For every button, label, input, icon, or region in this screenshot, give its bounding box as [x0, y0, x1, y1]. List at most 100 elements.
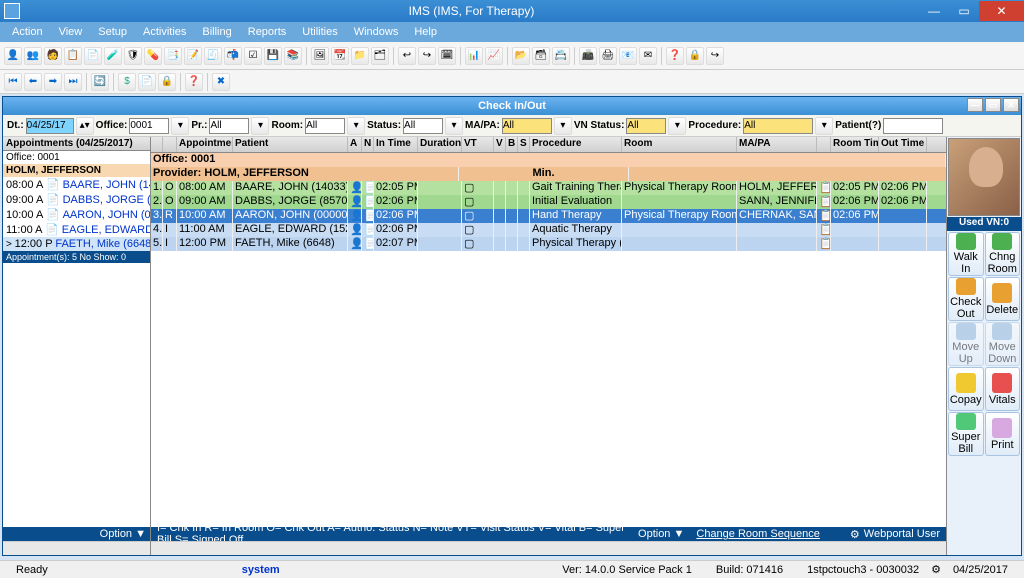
room-input[interactable] [305, 118, 345, 134]
action-delete[interactable]: Delete [985, 277, 1021, 321]
toolbar-icon-8[interactable]: 📑 [164, 47, 182, 65]
inner-maximize-button[interactable]: ▭ [985, 98, 1001, 112]
menu-help[interactable]: Help [406, 24, 445, 40]
col-header[interactable]: B [506, 137, 518, 152]
toolbar-icon-16[interactable]: 🖼 [311, 47, 329, 65]
nav-icon-7[interactable]: $ [118, 73, 136, 91]
toolbar-icon-3[interactable]: 📋 [64, 47, 82, 65]
status-dropdown-icon[interactable]: ▾ [445, 117, 463, 135]
appt-row[interactable]: > 12:00 P FAETH, Mike (6648) [3, 237, 150, 251]
col-header[interactable]: V [494, 137, 506, 152]
minimize-button[interactable]: — [919, 1, 949, 21]
mapa-dropdown-icon[interactable]: ▾ [554, 117, 572, 135]
col-header[interactable]: Procedure [530, 137, 622, 152]
menu-billing[interactable]: Billing [194, 24, 239, 40]
toolbar-icon-6[interactable]: 🛡 [124, 47, 142, 65]
toolbar-icon-12[interactable]: ☑ [244, 47, 262, 65]
procedure-dropdown-icon[interactable]: ▾ [815, 117, 833, 135]
table-row[interactable]: 4.I11:00 AMEAGLE, EDWARD (15264)👤📄02:06 … [151, 223, 946, 237]
toolbar-icon-23[interactable]: 🗓 [438, 47, 456, 65]
change-room-link[interactable]: Change Room Sequence [696, 528, 820, 540]
nav-icon-13[interactable]: ✖ [212, 73, 230, 91]
toolbar-icon-7[interactable]: 💊 [144, 47, 162, 65]
left-scrollbar[interactable] [3, 541, 150, 555]
office-dropdown-icon[interactable]: ▾ [171, 117, 189, 135]
toolbar-icon-17[interactable]: 📆 [331, 47, 349, 65]
nav-icon-9[interactable]: 🔒 [158, 73, 176, 91]
nav-icon-3[interactable]: ⏭ [64, 73, 82, 91]
toolbar-icon-37[interactable]: ❓ [666, 47, 684, 65]
toolbar-icon-25[interactable]: 📊 [465, 47, 483, 65]
toolbar-icon-13[interactable]: 💾 [264, 47, 282, 65]
col-header[interactable]: Duration [418, 137, 462, 152]
toolbar-icon-0[interactable]: 👤 [4, 47, 22, 65]
toolbar-icon-1[interactable]: 👥 [24, 47, 42, 65]
status-input[interactable] [403, 118, 443, 134]
date-stepper-icon[interactable]: ▴▾ [76, 117, 94, 135]
col-header[interactable]: Patient [233, 137, 348, 152]
menu-windows[interactable]: Windows [346, 24, 407, 40]
col-header[interactable]: In Time [374, 137, 418, 152]
toolbar-icon-4[interactable]: 📄 [84, 47, 102, 65]
toolbar-icon-14[interactable]: 📚 [284, 47, 302, 65]
inner-minimize-button[interactable]: — [967, 98, 983, 112]
col-header[interactable]: MA/PA [737, 137, 817, 152]
toolbar-icon-29[interactable]: 🗃 [532, 47, 550, 65]
action-vitals[interactable]: Vitals [985, 367, 1021, 411]
col-header[interactable]: Out Time [879, 137, 927, 152]
toolbar-icon-2[interactable]: 🧑 [44, 47, 62, 65]
toolbar-icon-32[interactable]: 📠 [579, 47, 597, 65]
table-row[interactable]: 1.O08:00 AMBAARE, JOHN (14033)👤📄02:05 PM… [151, 181, 946, 195]
action-copay[interactable]: Copay [948, 367, 984, 411]
action-print[interactable]: Print [985, 412, 1021, 456]
toolbar-icon-30[interactable]: 📇 [552, 47, 570, 65]
procedure-input[interactable] [743, 118, 813, 134]
col-header[interactable]: N [362, 137, 374, 152]
toolbar-icon-9[interactable]: 📝 [184, 47, 202, 65]
menu-setup[interactable]: Setup [90, 24, 135, 40]
inner-close-button[interactable]: ✕ [1003, 98, 1019, 112]
date-input[interactable] [26, 118, 74, 134]
col-header[interactable] [151, 137, 163, 152]
col-header[interactable]: A [348, 137, 362, 152]
nav-icon-0[interactable]: ⏮ [4, 73, 22, 91]
nav-icon-2[interactable]: ➡ [44, 73, 62, 91]
toolbar-icon-38[interactable]: 🔒 [686, 47, 704, 65]
vnstatus-dropdown-icon[interactable]: ▾ [668, 117, 686, 135]
provider-input[interactable] [209, 118, 249, 134]
nav-icon-1[interactable]: ⬅ [24, 73, 42, 91]
table-row[interactable]: 2.O09:00 AMDABBS, JORGE (8570)👤📄02:06 PM… [151, 195, 946, 209]
action-super-bill[interactable]: Super Bill [948, 412, 984, 456]
action-chng-room[interactable]: Chng Room [985, 232, 1021, 276]
nav-icon-11[interactable]: ❓ [185, 73, 203, 91]
col-header[interactable]: S [518, 137, 530, 152]
office-input[interactable] [129, 118, 169, 134]
grid-option[interactable]: Option ▼ [638, 528, 684, 540]
toolbar-icon-26[interactable]: 📈 [485, 47, 503, 65]
col-header[interactable]: Room Time [831, 137, 879, 152]
toolbar-icon-34[interactable]: 📧 [619, 47, 637, 65]
menu-view[interactable]: View [51, 24, 91, 40]
left-option-bar[interactable]: Option ▼ [3, 527, 150, 541]
provider-dropdown-icon[interactable]: ▾ [251, 117, 269, 135]
close-button[interactable]: ✕ [979, 1, 1024, 21]
appt-row[interactable]: 08:00 A 📄 BAARE, JOHN (14033) [3, 177, 150, 192]
vnstatus-input[interactable] [626, 118, 666, 134]
action-walk-in[interactable]: Walk In [948, 232, 984, 276]
menu-utilities[interactable]: Utilities [294, 24, 345, 40]
col-header[interactable]: Appointment [177, 137, 233, 152]
toolbar-icon-19[interactable]: 🗂 [371, 47, 389, 65]
toolbar-icon-21[interactable]: ↩ [398, 47, 416, 65]
toolbar-icon-10[interactable]: 🧾 [204, 47, 222, 65]
toolbar-icon-28[interactable]: 📂 [512, 47, 530, 65]
menu-reports[interactable]: Reports [240, 24, 295, 40]
col-header[interactable]: Room [622, 137, 737, 152]
col-header[interactable] [163, 137, 177, 152]
toolbar-icon-39[interactable]: ↪ [706, 47, 724, 65]
toolbar-icon-33[interactable]: 🖨 [599, 47, 617, 65]
appt-row[interactable]: 10:00 A 📄 AARON, JOHN (0000 [3, 207, 150, 222]
table-row[interactable]: 3.R10:00 AMAARON, JOHN (0000017580)👤📄02:… [151, 209, 946, 223]
grid-scrollbar[interactable] [151, 541, 946, 555]
patient-input[interactable] [883, 118, 943, 134]
table-row[interactable]: 5.I12:00 PMFAETH, Mike (6648)👤📄02:07 PM▢… [151, 237, 946, 251]
